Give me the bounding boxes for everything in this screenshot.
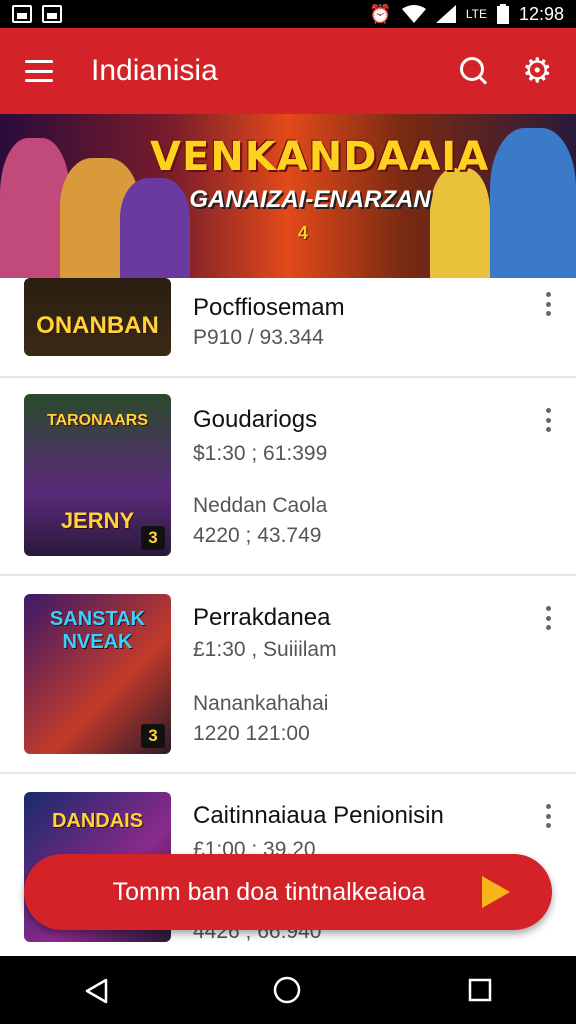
item-meta: £1:30 , Suiiilam [193, 638, 337, 661]
signal-icon [435, 5, 456, 23]
clock: 12:98 [518, 3, 564, 24]
nav-home-icon[interactable] [273, 976, 301, 1004]
status-left [12, 5, 62, 23]
banner-character [490, 128, 576, 278]
list-item[interactable]: SANSTAK NVEAK 3 Perrakdanea £1:30 , Suii… [0, 576, 576, 774]
item-subtitle: Neddan Caola [193, 494, 328, 517]
list-item[interactable]: ONANBAN Pocffiosemam P910 / 93.344 [0, 278, 576, 378]
system-nav-bar [0, 956, 576, 1024]
nav-back-icon[interactable] [84, 978, 107, 1004]
play-icon [474, 872, 514, 912]
item-title: Pocffiosemam [193, 294, 345, 321]
status-right: ⏰ LTE 12:98 [369, 4, 564, 25]
thumbnail-label: DANDAIS [51, 810, 144, 832]
list-item[interactable]: TARONAARS JERNY 3 Goudariogs $1:30 ; 61:… [0, 378, 576, 576]
battery-icon [496, 4, 509, 24]
item-meta-secondary: 1220 121:00 [193, 722, 310, 745]
item-subtitle: Nanankahahai [193, 692, 329, 715]
item-meta: $1:30 ; 61:399 [193, 442, 328, 465]
item-title: Goudariogs [193, 406, 318, 433]
status-bar: ⏰ LTE 12:98 [0, 0, 576, 28]
cta-label: Tomm ban doa tintnalkeaioa [112, 877, 426, 906]
more-vert-icon[interactable] [546, 292, 552, 316]
network-label: LTE [465, 7, 487, 21]
search-icon[interactable] [460, 57, 488, 85]
cta-button[interactable]: Tomm ban doa tintnalkeaioa [24, 854, 552, 930]
banner-title: VENKANDAAIA [150, 134, 490, 180]
wifi-icon [401, 5, 426, 23]
thumbnail-label: SANSTAK NVEAK [49, 608, 146, 653]
thumbnail-number: 3 [141, 724, 165, 748]
app-title: Indianisia [91, 54, 218, 87]
banner-subtitle: GANAIZAI-ENARZAN [189, 186, 431, 213]
game-thumbnail: ONANBAN [24, 278, 171, 356]
banner-character [430, 168, 490, 278]
gallery-icon [42, 5, 62, 23]
promo-banner[interactable]: VENKANDAAIA GANAIZAI-ENARZAN 4 [0, 114, 576, 278]
alarm-icon: ⏰ [369, 3, 392, 24]
gear-icon[interactable]: ⚙ [522, 54, 552, 88]
more-vert-icon[interactable] [546, 408, 552, 432]
more-vert-icon[interactable] [546, 804, 552, 828]
thumbnail-label: TARONAARS [46, 412, 149, 429]
game-thumbnail: TARONAARS JERNY 3 [24, 394, 171, 556]
more-vert-icon[interactable] [546, 606, 552, 630]
thumbnail-label: ONANBAN [36, 312, 159, 339]
item-meta: P910 / 93.344 [193, 326, 324, 349]
nav-recents-icon[interactable] [468, 978, 492, 1002]
image-icon [12, 5, 32, 23]
item-title: Perrakdanea [193, 604, 331, 631]
game-thumbnail: SANSTAK NVEAK 3 [24, 594, 171, 754]
thumbnail-number: 3 [141, 526, 165, 550]
menu-icon[interactable] [25, 60, 53, 82]
item-meta-secondary: 4220 ; 43.749 [193, 524, 322, 547]
app-bar: Indianisia ⚙ [0, 28, 576, 114]
item-title: Caitinnaiaua Penionisin [193, 802, 444, 829]
banner-badge: 4 [297, 223, 308, 243]
